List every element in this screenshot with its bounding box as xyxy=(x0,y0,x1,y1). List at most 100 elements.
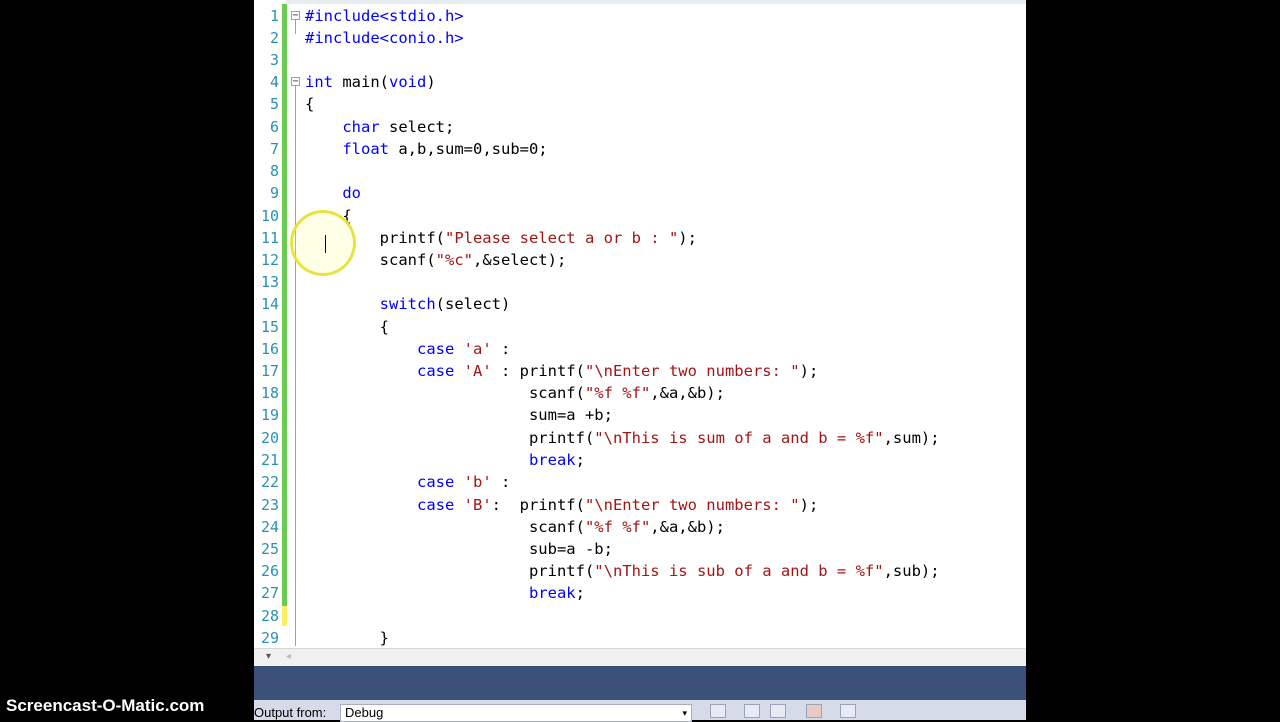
line-number: 17 xyxy=(260,362,279,380)
change-tracking-bar xyxy=(282,4,287,624)
line-number: 24 xyxy=(260,518,279,536)
clear-all-icon[interactable] xyxy=(806,704,822,718)
unsaved-change-marker xyxy=(282,606,287,626)
code-token: scanf( xyxy=(305,518,585,536)
code-token: scanf( xyxy=(305,384,585,402)
code-line[interactable]: case 'B': printf("\nEnter two numbers: "… xyxy=(305,494,818,516)
code-line[interactable]: } xyxy=(305,627,389,648)
code-editor[interactable]: 1 2 3 4 5 6 7 8 9 10 11 12 13 14 15 16 17 18 19 20 21 22 23 24 2… xyxy=(254,0,1026,648)
keyword-token: switch xyxy=(379,295,436,313)
string-token: "%f %f" xyxy=(584,518,651,536)
code-token: { xyxy=(305,207,352,225)
code-line[interactable]: break; xyxy=(305,582,585,604)
line-number: 18 xyxy=(260,384,279,402)
code-line[interactable]: { xyxy=(305,316,389,338)
next-message-icon[interactable] xyxy=(770,704,786,718)
code-token: ); xyxy=(799,496,819,514)
line-number: 13 xyxy=(260,273,279,291)
code-line[interactable]: float a,b,sum=0,sub=0; xyxy=(305,138,547,160)
line-number: 21 xyxy=(260,451,279,469)
line-number: 9 xyxy=(269,184,279,202)
keyword-token: #include<conio.h> xyxy=(305,29,464,47)
code-token: ,sum); xyxy=(883,429,940,447)
code-line[interactable]: break; xyxy=(305,449,585,471)
previous-message-icon[interactable] xyxy=(744,704,760,718)
code-line[interactable]: char select; xyxy=(305,116,454,138)
find-message-icon[interactable] xyxy=(710,704,726,718)
output-from-label: Output from: xyxy=(254,705,327,720)
keyword-token: case xyxy=(416,496,455,514)
code-line[interactable]: case 'a' : xyxy=(305,338,510,360)
line-number: 29 xyxy=(260,629,279,647)
code-token: printf( xyxy=(305,562,595,580)
keyword-token: case xyxy=(416,473,455,491)
scroll-left-arrow-icon[interactable]: ◂ xyxy=(286,649,291,665)
code-token: sum=a +b; xyxy=(305,406,613,424)
code-line[interactable]: scanf("%f %f",&a,&b); xyxy=(305,382,725,404)
code-token: scanf( xyxy=(305,251,436,269)
code-line[interactable]: case 'b' : xyxy=(305,471,510,493)
string-token: "\nEnter two numbers: " xyxy=(584,362,800,380)
code-line[interactable]: do xyxy=(305,182,361,204)
line-number: 8 xyxy=(269,162,279,180)
code-line[interactable]: { xyxy=(305,93,314,115)
horizontal-scrollbar[interactable]: ▾ ◂ xyxy=(254,648,1026,666)
fold-guide xyxy=(295,86,296,646)
output-source-dropdown[interactable]: Debug ▾ xyxy=(340,704,692,722)
code-token: select; xyxy=(379,118,455,136)
line-number: 5 xyxy=(269,95,279,113)
code-token: { xyxy=(305,318,389,336)
code-line[interactable]: int main(void) xyxy=(305,71,436,93)
code-line[interactable]: scanf("%f %f",&a,&b); xyxy=(305,516,725,538)
code-line[interactable]: switch(select) xyxy=(305,293,511,315)
line-number: 3 xyxy=(269,51,279,69)
scroll-down-arrow-icon[interactable]: ▾ xyxy=(266,649,271,665)
line-number: 10 xyxy=(260,207,279,225)
keyword-token: #include<stdio.h> xyxy=(305,7,464,25)
code-token: ; xyxy=(575,584,585,602)
line-number: 12 xyxy=(260,251,279,269)
code-line[interactable]: #include<conio.h> xyxy=(305,27,464,49)
code-line[interactable]: sub=a -b; xyxy=(305,538,613,560)
fold-toggle-icon[interactable]: − xyxy=(291,77,300,87)
keyword-token: void xyxy=(389,73,427,91)
line-number: 14 xyxy=(260,295,279,313)
string-token: 'b' xyxy=(463,473,492,491)
code-line[interactable]: case 'A' : printf("\nEnter two numbers: … xyxy=(305,360,818,382)
keyword-token: char xyxy=(342,118,380,136)
string-token: "%c" xyxy=(435,251,473,269)
code-line[interactable]: printf("\nThis is sum of a and b = %f",s… xyxy=(305,427,940,449)
code-line[interactable]: printf("\nThis is sub of a and b = %f",s… xyxy=(305,560,940,582)
code-line[interactable]: sum=a +b; xyxy=(305,404,613,426)
fold-toggle-icon[interactable]: − xyxy=(291,11,300,21)
code-token: { xyxy=(305,95,315,113)
editor-top-border xyxy=(254,0,1026,4)
output-window-titlebar xyxy=(254,666,1026,700)
code-token: : xyxy=(491,340,511,358)
code-line[interactable]: { xyxy=(305,205,352,227)
line-number: 28 xyxy=(260,607,279,625)
text-cursor-icon xyxy=(325,235,326,253)
chevron-down-icon[interactable]: ▾ xyxy=(682,705,687,721)
word-wrap-icon[interactable] xyxy=(840,704,856,718)
line-number: 23 xyxy=(260,496,279,514)
code-line[interactable]: #include<stdio.h> xyxy=(305,5,464,27)
code-token: printf( xyxy=(305,429,595,447)
watermark-text: Screencast-O-Matic.com xyxy=(6,696,205,715)
code-line[interactable]: scanf("%c",&select); xyxy=(305,249,567,271)
line-number: 26 xyxy=(260,562,279,580)
keyword-token: break xyxy=(528,584,576,602)
code-token: ) xyxy=(426,73,436,91)
string-token: "\nThis is sum of a and b = %f" xyxy=(594,429,884,447)
code-token: main( xyxy=(333,73,389,91)
code-token: : printf( xyxy=(491,496,585,514)
code-line[interactable]: printf("Please select a or b : "); xyxy=(305,227,697,249)
